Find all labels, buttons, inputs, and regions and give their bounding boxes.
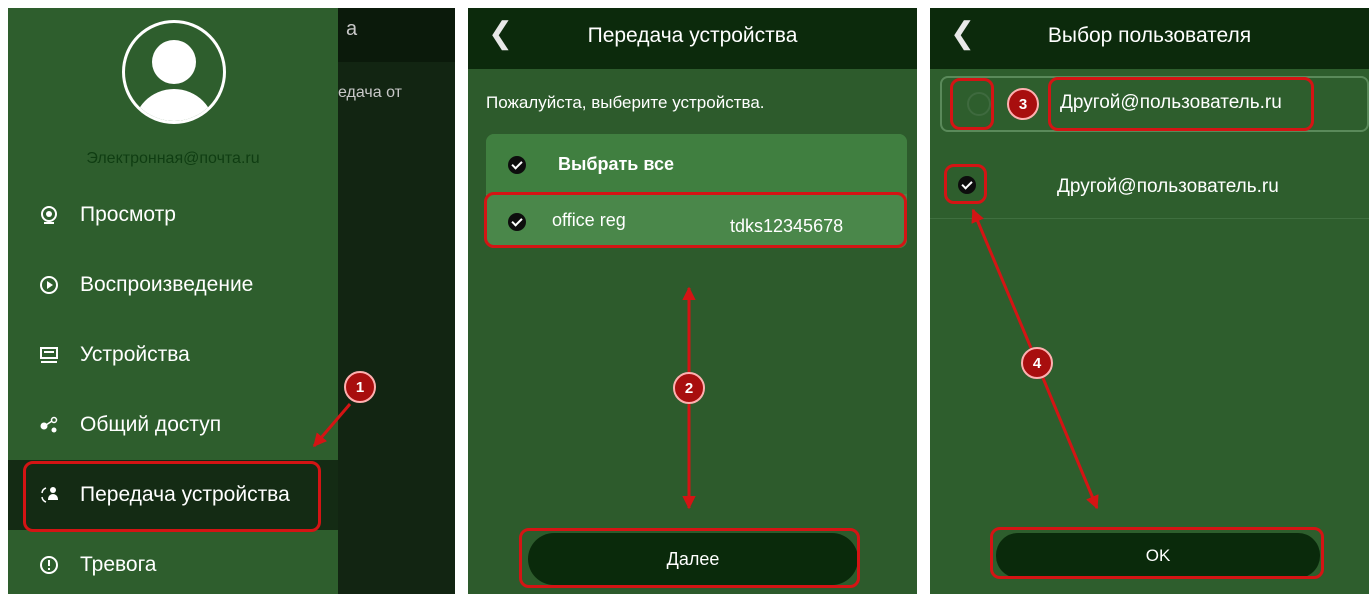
select-devices-prompt: Пожалуйста, выберите устройства. <box>486 93 765 112</box>
highlight-device-row <box>484 192 907 248</box>
select-all-row[interactable]: Выбрать все <box>486 134 907 194</box>
menu-item-sharing[interactable]: Общий доступ <box>8 390 338 460</box>
menu-item-label: Общий доступ <box>80 413 222 436</box>
checkmark-icon[interactable] <box>508 156 526 174</box>
share-icon <box>38 414 60 436</box>
highlight-next-button <box>519 528 860 588</box>
menu-item-alarm[interactable]: Тревога <box>8 530 338 594</box>
menu-item-label: Устройства <box>80 343 190 366</box>
step-badge-1: 1 <box>344 371 376 403</box>
account-email: Электронная@почта.ru <box>86 150 260 167</box>
device-transfer-screen: ❮ Передача устройства Пожалуйста, выбери… <box>468 8 917 594</box>
user-email: Другой@пользователь.ru <box>1057 176 1279 197</box>
highlight-user-email <box>1048 77 1314 131</box>
app-header: ❮ Выбор пользователя <box>930 8 1369 69</box>
menu-item-devices[interactable]: Устройства <box>8 320 338 390</box>
alert-icon <box>38 554 60 576</box>
highlight-radio <box>950 78 994 130</box>
menu-item-label: Тревога <box>80 553 157 576</box>
highlight-ok-button <box>990 527 1324 579</box>
step-badge-4: 4 <box>1021 347 1053 379</box>
background-title: а <box>346 18 358 40</box>
device-list-icon <box>38 344 60 366</box>
step-badge-2: 2 <box>673 372 705 404</box>
user-row[interactable]: Другой@пользователь.ru <box>930 152 1369 219</box>
play-circle-icon <box>38 274 60 296</box>
step-badge-3: 3 <box>1007 88 1039 120</box>
page-title: Выбор пользователя <box>1047 24 1252 47</box>
menu-item-playback[interactable]: Воспроизведение <box>8 250 338 320</box>
menu-item-view[interactable]: Просмотр <box>8 180 338 250</box>
background-text: едача от <box>338 84 402 101</box>
avatar-body-shape <box>133 89 215 121</box>
background-header: а <box>338 8 455 62</box>
highlight-device-transfer <box>23 461 321 532</box>
highlight-checkbox <box>944 164 987 204</box>
app-header: ❮ Передача устройства <box>468 8 917 69</box>
select-all-label: Выбрать все <box>558 154 675 174</box>
avatar[interactable] <box>122 20 226 124</box>
camera-icon <box>38 204 60 226</box>
avatar-head-shape <box>152 40 196 84</box>
menu-item-label: Просмотр <box>80 203 176 226</box>
page-title: Передача устройства <box>587 24 798 47</box>
menu-item-label: Воспроизведение <box>80 273 254 296</box>
background-screen: а едача от <box>338 8 455 594</box>
